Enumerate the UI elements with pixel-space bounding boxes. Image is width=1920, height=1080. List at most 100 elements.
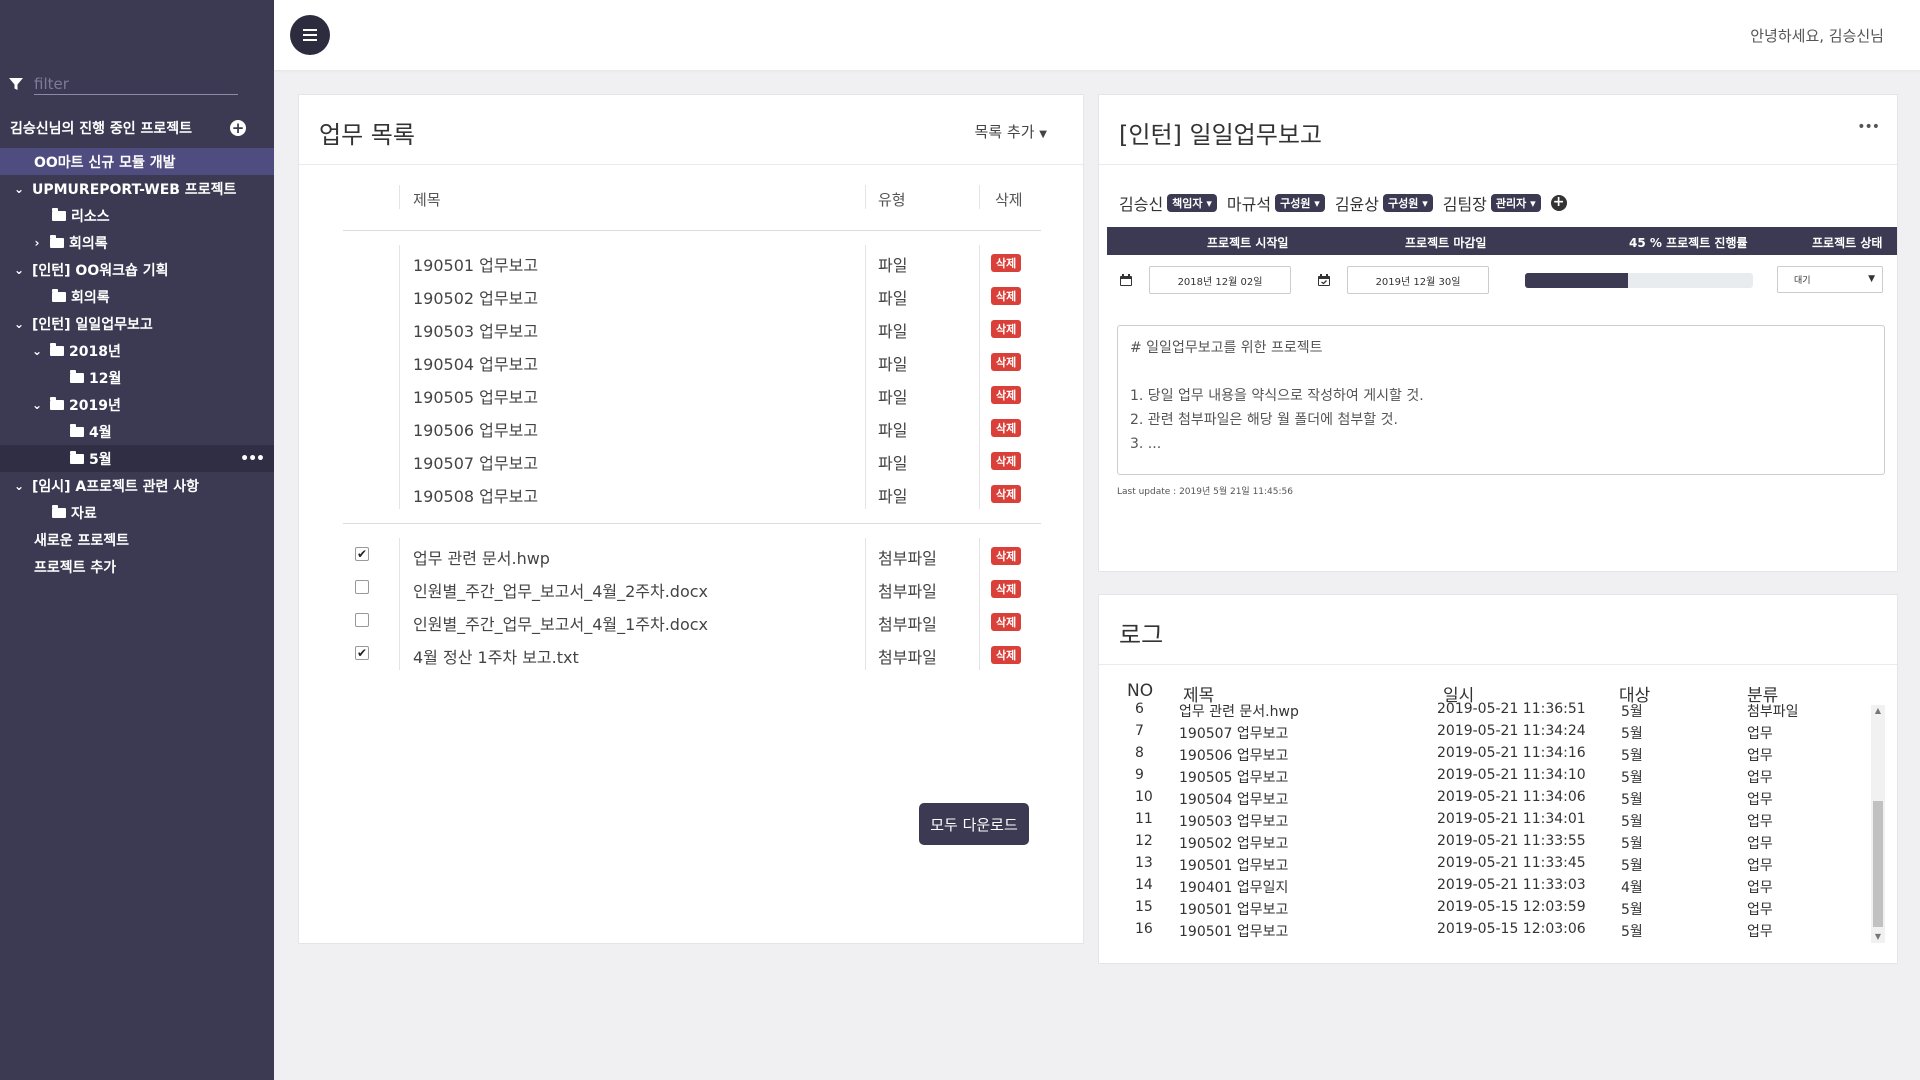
menu-button[interactable]: [290, 15, 330, 55]
delete-button[interactable]: 삭제: [991, 419, 1022, 437]
table-row[interactable]: 190502 업무보고 파일 삭제: [343, 278, 1041, 311]
role-badge[interactable]: 구성원 ▾: [1382, 194, 1433, 212]
chevron-down-icon[interactable]: ⌄: [30, 344, 44, 358]
more-options-icon[interactable]: •••: [1857, 119, 1880, 135]
row-title[interactable]: 인원별_주간_업무_보고서_4월_2주차.docx: [413, 578, 708, 602]
log-scrollbar[interactable]: ▲ ▼: [1871, 705, 1885, 943]
log-cell-title: 190506 업무보고: [1179, 748, 1289, 764]
tree-item[interactable]: OO마트 신규 모듈 개발: [0, 148, 274, 175]
tree-item[interactable]: 리소스: [0, 202, 274, 229]
row-title[interactable]: 인원별_주간_업무_보고서_4월_1주차.docx: [413, 611, 708, 635]
row-title[interactable]: 190505 업무보고: [413, 384, 538, 408]
add-member-icon[interactable]: +: [1550, 195, 1567, 211]
tree-item[interactable]: 회의록: [0, 283, 274, 310]
table-row[interactable]: 인원별_주간_업무_보고서_4월_2주차.docx 첨부파일 삭제: [343, 571, 1041, 604]
row-title[interactable]: 업무 관련 문서.hwp: [413, 545, 550, 569]
row-title[interactable]: 190502 업무보고: [413, 285, 538, 309]
log-cell-title: 190401 업무일지: [1179, 880, 1289, 896]
row-checkbox[interactable]: [355, 580, 369, 594]
tree-item[interactable]: ⌄ [인턴] 일일업무보고: [0, 310, 274, 337]
log-cell-category: 첨부파일: [1747, 704, 1799, 720]
row-checkbox[interactable]: ✔: [355, 547, 369, 561]
description-textarea[interactable]: # 일일업무보고를 위한 프로젝트 1. 당일 업무 내용을 약식으로 작성하여…: [1117, 325, 1885, 475]
table-row[interactable]: 190505 업무보고 파일 삭제: [343, 377, 1041, 410]
table-row[interactable]: 190504 업무보고 파일 삭제: [343, 344, 1041, 377]
delete-button[interactable]: 삭제: [991, 287, 1022, 305]
role-badge[interactable]: 관리자 ▾: [1490, 194, 1541, 212]
delete-button[interactable]: 삭제: [991, 613, 1022, 631]
table-row[interactable]: 190506 업무보고 파일 삭제: [343, 410, 1041, 443]
log-panel: 로그 NO 제목 일시 대상 분류 6 업무 관련 문서.hwp 2019-05-2…: [1098, 594, 1898, 964]
end-date-field[interactable]: 2019년 12월 30일: [1347, 266, 1489, 294]
more-options-icon[interactable]: •••: [240, 451, 265, 467]
status-header: 프로젝트 상태: [1812, 236, 1883, 250]
filter-input[interactable]: [34, 73, 238, 95]
table-row[interactable]: 190508 업무보고 파일 삭제: [343, 476, 1041, 509]
role-badge[interactable]: 구성원 ▾: [1275, 194, 1325, 212]
delete-button[interactable]: 삭제: [991, 580, 1022, 598]
status-select[interactable]: 대기 ▼: [1777, 266, 1883, 293]
row-title[interactable]: 190503 업무보고: [413, 318, 538, 342]
member: 마규석 구성원 ▾: [1227, 191, 1325, 215]
delete-button[interactable]: 삭제: [991, 646, 1022, 664]
table-row[interactable]: 190503 업무보고 파일 삭제: [343, 311, 1041, 344]
add-project-icon[interactable]: +: [230, 120, 246, 136]
tree-item[interactable]: ⌄ [임시] A프로젝트 관련 사항: [0, 472, 274, 499]
tree-item[interactable]: ⌄ 2018년: [0, 337, 274, 364]
panel-title: 로그: [1119, 621, 1164, 649]
scroll-up-icon[interactable]: ▲: [1871, 705, 1885, 717]
table-row[interactable]: ✔ 4월 정산 1주차 보고.txt 첨부파일 삭제: [343, 637, 1041, 670]
download-all-button[interactable]: 모두 다운로드: [919, 803, 1029, 845]
log-cell-category: 업무: [1747, 770, 1773, 786]
start-date-field[interactable]: 2018년 12월 02일: [1149, 266, 1291, 294]
tree-item[interactable]: ⌄ 2019년: [0, 391, 274, 418]
row-title[interactable]: 4월 정산 1주차 보고.txt: [413, 644, 579, 668]
table-row[interactable]: ✔ 업무 관련 문서.hwp 첨부파일 삭제: [343, 538, 1041, 571]
attachment-list: ✔ 업무 관련 문서.hwp 첨부파일 삭제 인원별_주간_업무_보고서_4월_2주차…: [343, 524, 1041, 670]
add-list-dropdown[interactable]: 목록 추가 ▼: [975, 121, 1047, 142]
calendar-icon: [1120, 274, 1132, 286]
tree-item[interactable]: 12월: [0, 364, 274, 391]
tree-item[interactable]: 프로젝트 추가: [0, 553, 274, 580]
chevron-down-icon[interactable]: ⌄: [12, 479, 26, 493]
row-title[interactable]: 190501 업무보고: [413, 252, 538, 276]
delete-button[interactable]: 삭제: [991, 547, 1022, 565]
row-title[interactable]: 190504 업무보고: [413, 351, 538, 375]
scroll-down-icon[interactable]: ▼: [1871, 931, 1885, 943]
tree-item[interactable]: 새로운 프로젝트: [0, 526, 274, 553]
row-type: 파일: [878, 289, 908, 308]
tree-item[interactable]: › 회의록: [0, 229, 274, 256]
delete-button[interactable]: 삭제: [991, 485, 1022, 503]
role-badge[interactable]: 책임자 ▾: [1167, 194, 1217, 212]
tree-item[interactable]: 자료: [0, 499, 274, 526]
chevron-down-icon[interactable]: ⌄: [12, 263, 26, 277]
scroll-thumb[interactable]: [1873, 801, 1883, 927]
chevron-down-icon[interactable]: ⌄: [12, 182, 26, 196]
delete-button[interactable]: 삭제: [991, 386, 1022, 404]
column-type: 유형: [878, 191, 906, 209]
log-cell-target: 5월: [1621, 858, 1643, 874]
member-name: 김윤상: [1334, 195, 1379, 214]
delete-button[interactable]: 삭제: [991, 452, 1022, 470]
tree-item[interactable]: 5월 •••: [0, 445, 274, 472]
delete-button[interactable]: 삭제: [991, 353, 1022, 371]
row-title[interactable]: 190507 업무보고: [413, 450, 538, 474]
table-row[interactable]: 인원별_주간_업무_보고서_4월_1주차.docx 첨부파일 삭제: [343, 604, 1041, 637]
table-row[interactable]: 190507 업무보고 파일 삭제: [343, 443, 1041, 476]
chevron-down-icon[interactable]: ⌄: [30, 398, 44, 412]
table-row[interactable]: 190501 업무보고 파일 삭제: [343, 245, 1041, 278]
row-checkbox[interactable]: [355, 613, 369, 627]
tree-item-label: 5월: [89, 451, 112, 468]
chevron-down-icon[interactable]: ⌄: [12, 317, 26, 331]
delete-button[interactable]: 삭제: [991, 254, 1022, 272]
row-title[interactable]: 190508 업무보고: [413, 483, 538, 507]
tree-item[interactable]: ⌄ UPMUREPORT-WEB 프로젝트: [0, 175, 274, 202]
tree-item[interactable]: 4월: [0, 418, 274, 445]
chevron-right-icon[interactable]: ›: [30, 236, 44, 250]
log-header: NO 제목 일시 대상 분류: [1127, 681, 1867, 706]
row-checkbox[interactable]: ✔: [355, 646, 369, 660]
tree-item[interactable]: ⌄ [인턴] OO워크숍 기획: [0, 256, 274, 283]
delete-button[interactable]: 삭제: [991, 320, 1022, 338]
row-title[interactable]: 190506 업무보고: [413, 417, 538, 441]
log-cell-target: 5월: [1621, 748, 1643, 764]
